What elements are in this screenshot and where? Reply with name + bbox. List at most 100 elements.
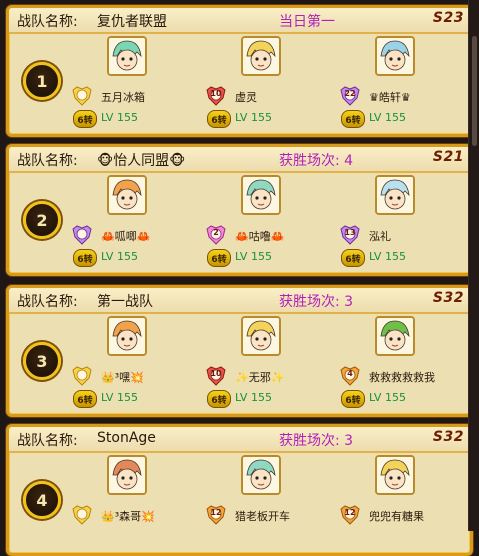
scrollbar[interactable] — [468, 0, 479, 531]
team-member[interactable]: 👑³嘿💥 6转 LV 155 — [71, 312, 211, 410]
rebirth-badge: 6转 — [73, 249, 97, 267]
member-avatar[interactable] — [107, 316, 147, 356]
rank-badge: 1 — [23, 62, 61, 100]
member-level-row: 6转 LV 155 — [71, 249, 211, 267]
server-tag: S32 — [432, 290, 464, 306]
member-name-row: 🦀呱唧🦀 — [71, 225, 211, 245]
member-avatar[interactable] — [107, 36, 147, 76]
member-avatar[interactable] — [241, 36, 281, 76]
rank-emblem-number: 10 — [210, 89, 222, 98]
team-member[interactable]: 4 救救救救救我 6转 LV 155 — [339, 312, 470, 410]
rebirth-badge: 6转 — [207, 110, 231, 128]
rank-badge: 3 — [23, 342, 61, 380]
avatar-portrait-icon — [243, 38, 279, 74]
member-nickname: 🦀咕噜🦀 — [235, 230, 285, 243]
rank-emblem-number: 2 — [213, 228, 219, 237]
rank-badge: 2 — [23, 201, 61, 239]
team-member[interactable]: 22 ♛皓轩♛ 6转 LV 155 — [339, 32, 470, 130]
member-level: LV 155 — [369, 391, 406, 404]
member-level: LV 155 — [369, 111, 406, 124]
gold-rank-emblem-icon — [71, 366, 93, 386]
rebirth-badge: 6转 — [73, 390, 97, 408]
member-avatar[interactable] — [375, 455, 415, 495]
member-level-row: 6转 LV 155 — [205, 390, 345, 408]
avatar-portrait-icon — [109, 318, 145, 354]
team-member[interactable]: 👑³森哥💥 — [71, 451, 211, 549]
avatar-portrait-icon — [377, 318, 413, 354]
member-avatar[interactable] — [241, 316, 281, 356]
scrollbar-thumb[interactable] — [472, 36, 477, 146]
rank-emblem-number: 12 — [210, 508, 222, 517]
member-nickname: 五月冰箱 — [101, 91, 145, 104]
member-name-row: 13 泓礼 — [339, 225, 470, 245]
member-avatar[interactable] — [375, 175, 415, 215]
avatar-portrait-icon — [109, 38, 145, 74]
member-avatar[interactable] — [375, 36, 415, 76]
gold-rank-emblem-icon — [71, 86, 93, 106]
member-level-row: 6转 LV 155 — [205, 110, 345, 128]
member-nickname: 虚灵 — [235, 91, 257, 104]
avatar-portrait-icon — [109, 457, 145, 493]
team-member[interactable]: 13 泓礼 6转 LV 155 — [339, 171, 470, 269]
member-avatar[interactable] — [241, 455, 281, 495]
member-name-row: 12 猎老板开车 — [205, 505, 345, 525]
member-nickname: 猎老板开车 — [235, 510, 290, 523]
member-name-row: 22 ♛皓轩♛ — [339, 86, 470, 106]
avatar-portrait-icon — [377, 38, 413, 74]
team-member[interactable]: 🦀呱唧🦀 6转 LV 155 — [71, 171, 211, 269]
pink-rank-2-emblem-icon: 2 — [205, 225, 227, 245]
team-member[interactable]: 10 虚灵 6转 LV 155 — [205, 32, 345, 130]
member-name-row: 五月冰箱 — [71, 86, 211, 106]
rebirth-badge: 6转 — [73, 110, 97, 128]
rank-emblem-number: 13 — [344, 228, 356, 237]
team-name-label: 战队名称: — [17, 153, 78, 169]
member-nickname: 🦀呱唧🦀 — [101, 230, 151, 243]
team-card: 战队名称: 🐵怡人同盟🐵 获胜场次: 4 S21 2 🦀呱唧🦀 6转 LV 155 2 🦀咕噜🦀 6… — [6, 144, 473, 276]
team-member[interactable]: 10 ✨无邪✨ 6转 LV 155 — [205, 312, 345, 410]
team-member[interactable]: 12 兜兜有糖果 — [339, 451, 470, 549]
rebirth-badge: 6转 — [207, 390, 231, 408]
member-nickname: ♛皓轩♛ — [369, 91, 411, 104]
member-avatar[interactable] — [107, 175, 147, 215]
orange-rank-4-emblem-icon: 4 — [339, 366, 361, 386]
team-member[interactable]: 2 🦀咕噜🦀 6转 LV 155 — [205, 171, 345, 269]
member-nickname: 兜兜有糖果 — [369, 510, 424, 523]
avatar-portrait-icon — [377, 457, 413, 493]
member-avatar[interactable] — [375, 316, 415, 356]
member-level: LV 155 — [235, 391, 272, 404]
avatar-portrait-icon — [109, 177, 145, 213]
member-level: LV 155 — [369, 250, 406, 263]
team-name-label: 战队名称: — [17, 294, 78, 310]
member-nickname: 👑³嘿💥 — [101, 371, 144, 384]
avatar-portrait-icon — [243, 457, 279, 493]
member-level-row: 6转 LV 155 — [205, 249, 345, 267]
member-name-row: 4 救救救救救我 — [339, 366, 470, 386]
team-name: 第一战队 — [97, 294, 153, 310]
server-tag: S32 — [432, 429, 464, 445]
member-nickname: 泓礼 — [369, 230, 391, 243]
team-header: 战队名称: 第一战队 获胜场次: 3 S32 — [9, 288, 470, 314]
member-name-row: 2 🦀咕噜🦀 — [205, 225, 345, 245]
gold-rank-emblem-icon — [71, 505, 93, 525]
team-status: 获胜场次: 3 — [279, 294, 354, 310]
team-name-label: 战队名称: — [17, 433, 78, 449]
team-member[interactable]: 12 猎老板开车 — [205, 451, 345, 549]
rebirth-badge: 6转 — [207, 249, 231, 267]
team-card: 战队名称: 复仇者联盟 当日第一 S23 1 五月冰箱 6转 LV 155 10 虚灵 6转 LV 1… — [6, 5, 473, 137]
member-avatar[interactable] — [241, 175, 281, 215]
purple-rank-22-emblem-icon: 22 — [339, 86, 361, 106]
member-level-row: 6转 LV 155 — [339, 390, 470, 408]
team-header: 战队名称: 🐵怡人同盟🐵 获胜场次: 4 S21 — [9, 147, 470, 173]
member-avatar[interactable] — [107, 455, 147, 495]
avatar-portrait-icon — [377, 177, 413, 213]
team-name: 🐵怡人同盟🐵 — [97, 153, 186, 169]
member-level: LV 155 — [101, 250, 138, 263]
team-member[interactable]: 五月冰箱 6转 LV 155 — [71, 32, 211, 130]
member-nickname: ✨无邪✨ — [235, 371, 285, 384]
member-level-row: 6转 LV 155 — [339, 249, 470, 267]
rank-emblem-number: 22 — [344, 89, 356, 98]
team-card: 战队名称: StonAge 获胜场次: 3 S32 4 👑³森哥💥 12 猎老板开车 12 兜兜有… — [6, 424, 473, 556]
team-name-label: 战队名称: — [17, 14, 78, 30]
purple-rank-emblem-icon — [71, 225, 93, 245]
rebirth-badge: 6转 — [341, 249, 365, 267]
